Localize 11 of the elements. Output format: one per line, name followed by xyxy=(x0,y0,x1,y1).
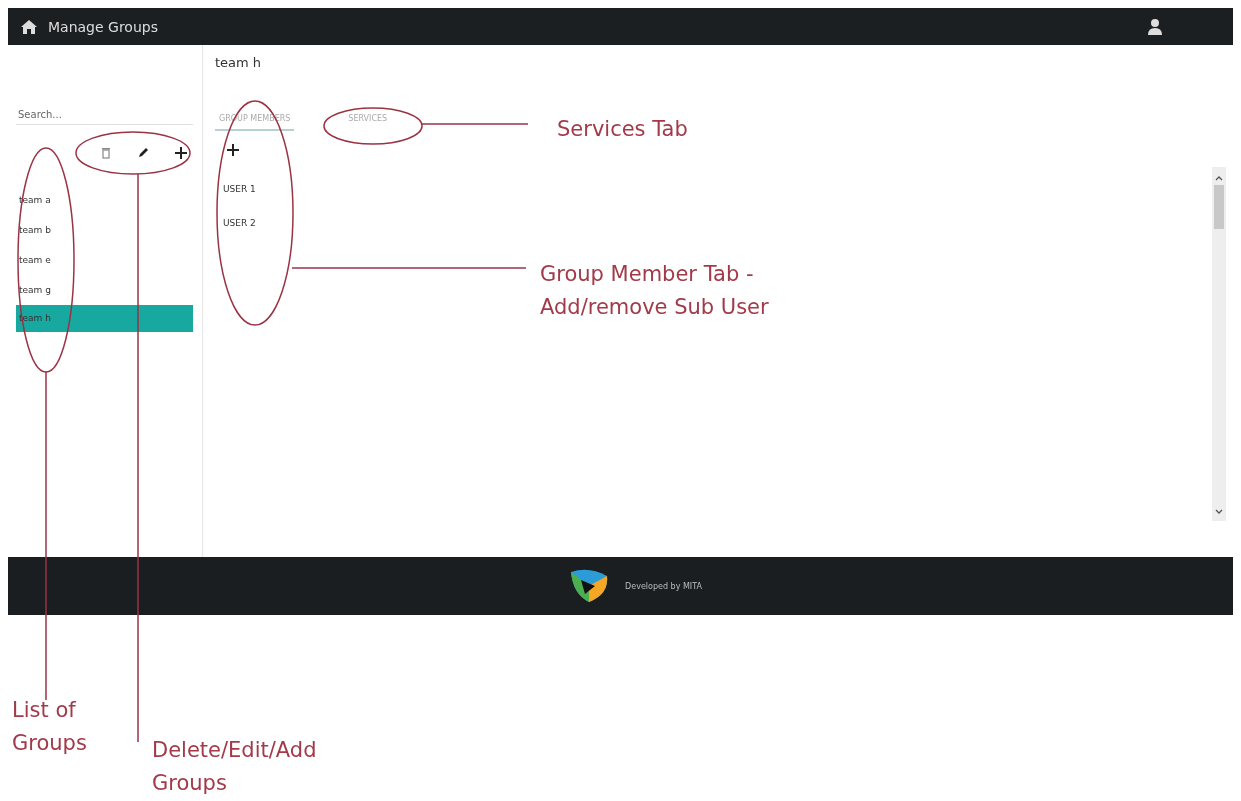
member-item: USER 1 xyxy=(223,184,257,194)
annotation-label: Delete/Edit/Add Groups xyxy=(152,737,318,797)
group-item[interactable]: team e xyxy=(16,245,193,275)
footer-text: Developed by MITA xyxy=(625,581,702,591)
group-title: team h xyxy=(215,55,263,70)
member-item: USER 2 xyxy=(223,218,257,228)
annotation-label: Services Tab xyxy=(557,116,689,143)
annotation-label: Group Member Tab - Add/remove Sub User xyxy=(540,261,770,321)
group-item[interactable]: team b xyxy=(16,215,193,245)
app-title: Manage Groups xyxy=(48,18,159,35)
annotation-label: List of Groups xyxy=(12,697,88,757)
